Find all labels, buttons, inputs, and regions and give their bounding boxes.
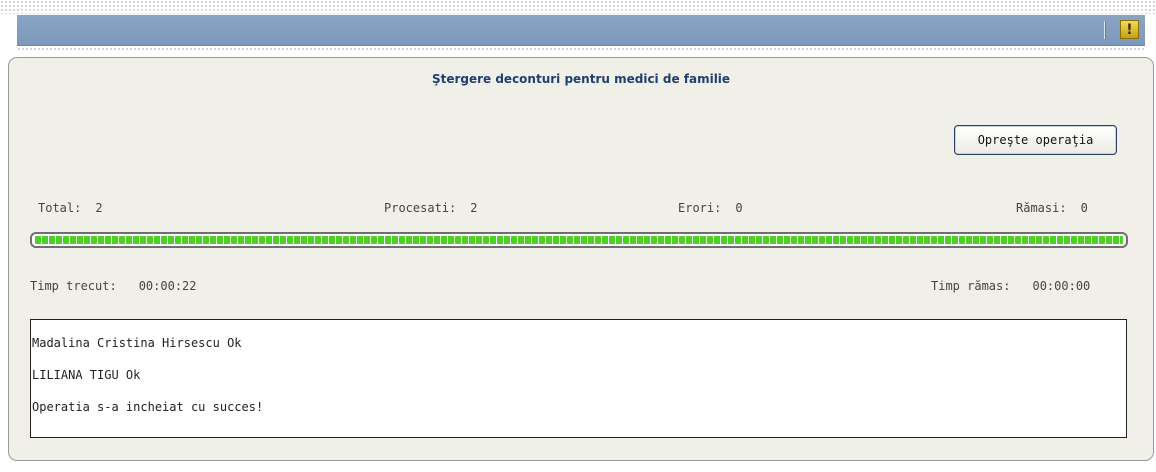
remaining-time-value: 00:00:00 xyxy=(1032,279,1091,293)
elapsed-time-value: 00:00:22 xyxy=(138,279,197,293)
stat-remaining-label: Rămasi: xyxy=(1016,201,1067,215)
remaining-time: Timp rămas: 00:00:00 xyxy=(931,279,1090,293)
stat-errors-label: Erori: xyxy=(678,201,722,215)
dotted-divider xyxy=(17,47,1145,52)
progress-bar xyxy=(30,232,1128,248)
log-line: LILIANA TIGU Ok xyxy=(32,368,141,382)
stat-remaining-value: 0 xyxy=(1080,201,1088,215)
warning-glyph: ! xyxy=(1126,21,1133,38)
warning-icon[interactable]: ! xyxy=(1120,20,1139,39)
stat-processed-label: Procesati: xyxy=(384,201,457,215)
log-line: Operatia s-a incheiat cu succes! xyxy=(32,400,264,414)
stat-remaining: Rămasi: 0 xyxy=(1016,201,1088,215)
stat-errors: Erori: 0 xyxy=(678,201,743,215)
page-title: Ştergere deconturi pentru medici de fami… xyxy=(431,72,731,86)
stat-processed-value: 2 xyxy=(470,201,478,215)
progress-bar-fill xyxy=(35,236,1123,244)
stat-total-label: Total: xyxy=(38,201,82,215)
top-dotted-border xyxy=(0,0,1156,14)
elapsed-time-label: Timp trecut: xyxy=(30,279,117,293)
window-title-bar: ! xyxy=(17,15,1145,46)
title-bar-separator xyxy=(1104,21,1106,39)
elapsed-time: Timp trecut: 00:00:22 xyxy=(30,279,197,293)
operation-panel: Ştergere deconturi pentru medici de fami… xyxy=(8,57,1154,461)
log-line: Madalina Cristina Hirsescu Ok xyxy=(32,336,242,350)
operation-log: Madalina Cristina Hirsescu Ok LILIANA TI… xyxy=(30,319,1127,438)
stat-errors-value: 0 xyxy=(735,201,743,215)
stat-total-value: 2 xyxy=(95,201,103,215)
stop-operation-button[interactable]: Opreşte operaţia xyxy=(954,125,1117,155)
stat-processed: Procesati: 2 xyxy=(384,201,477,215)
remaining-time-label: Timp rămas: xyxy=(931,279,1011,293)
stat-total: Total: 2 xyxy=(38,201,103,215)
